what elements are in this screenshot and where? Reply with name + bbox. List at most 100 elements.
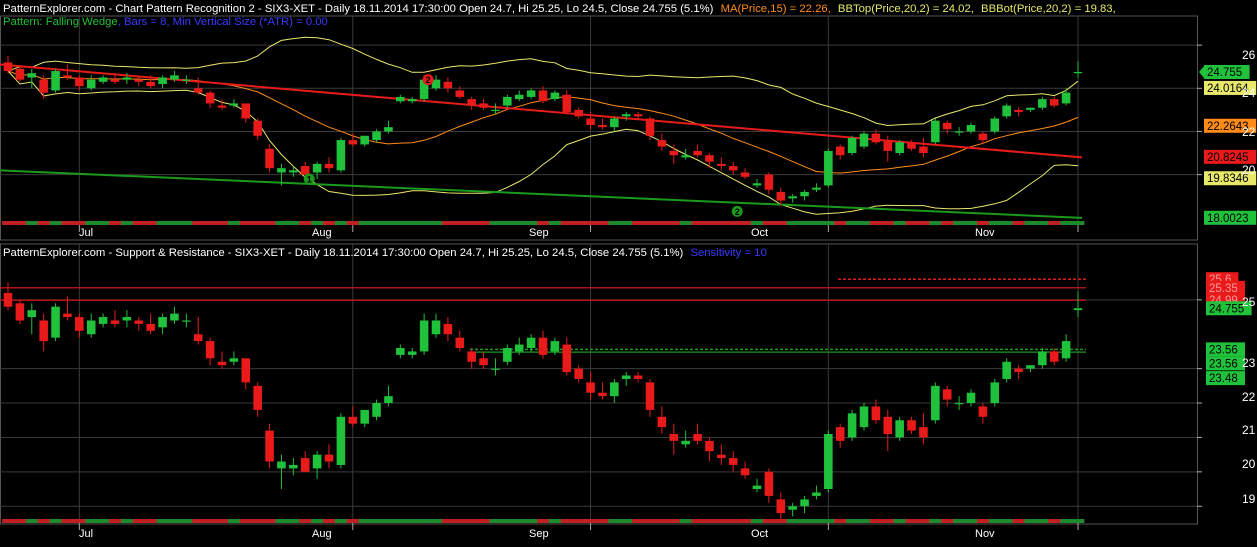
bottom-candle-body (182, 320, 191, 322)
trend-strip-segment (667, 221, 681, 225)
bottom-candle-body (538, 337, 548, 355)
bottom-candle-body (931, 385, 940, 421)
top-candle-body (193, 88, 203, 93)
trend-strip-segment (810, 221, 823, 225)
trend-strip-segment (715, 221, 728, 225)
trend-strip-segment (762, 221, 776, 225)
bottom-y-tick: 22 (1242, 390, 1256, 404)
top-candle-body (693, 150, 702, 156)
bottom-candle-body (289, 464, 298, 469)
trend-strip-segment (168, 519, 181, 523)
top-candle-body (966, 125, 976, 132)
trend-strip-segment (382, 221, 395, 225)
top-header-bbtop: BBTop(Price,20,2) = 24.02, (838, 3, 974, 15)
trend-strip-segment (192, 221, 205, 225)
top-candle-body (51, 71, 60, 91)
trend-strip-segment (311, 519, 324, 523)
top-candle-body (954, 131, 964, 133)
bottom-candle-body (158, 317, 167, 328)
trend-strip-segment (334, 221, 348, 225)
top-candle-body (847, 137, 857, 154)
bottom-candle-body (312, 454, 322, 469)
trend-strip-segment (25, 221, 39, 225)
trend-strip-segment (537, 519, 550, 523)
top-candle-body (1049, 99, 1059, 106)
top-x-label: Jul (79, 227, 93, 239)
trend-strip-segment (905, 221, 918, 225)
trend-strip-segment (263, 519, 276, 523)
bottom-candle-body (217, 361, 227, 366)
top-candle-body (146, 81, 155, 87)
trend-strip-segment (786, 221, 800, 225)
top-y-tick: 26 (1242, 48, 1256, 62)
top-candle-body (98, 77, 108, 82)
trend-strip-segment (227, 221, 241, 225)
trend-strip-segment (1000, 519, 1014, 523)
trend-strip-segment (85, 221, 98, 225)
trend-strip-segment (406, 519, 419, 523)
trend-strip-segment (751, 519, 764, 523)
bottom-candle-body (859, 406, 869, 428)
top-panel-header: PatternExplorer.com - Chart Pattern Reco… (3, 3, 1116, 15)
bottom-price-tag: 24.755 (1209, 303, 1244, 315)
trend-strip-segment (61, 519, 74, 523)
bottom-candle-body (110, 320, 120, 324)
trend-strip-segment (1060, 221, 1073, 225)
top-candle-body (503, 96, 512, 106)
bottom-candle-body (27, 310, 37, 318)
trend-strip-segment (1048, 519, 1061, 523)
top-candle-body (728, 166, 738, 171)
top-candle-body (348, 140, 358, 145)
top-candle-body (942, 122, 952, 130)
trend-strip-segment (798, 221, 811, 225)
top-candle-body (740, 172, 750, 177)
bottom-candle-body (824, 434, 833, 490)
trend-strip-segment (727, 519, 740, 523)
trend-strip-segment (2, 221, 15, 225)
bottom-candle-body (479, 358, 488, 366)
trend-strip-segment (1000, 221, 1014, 225)
top-candle-body (205, 92, 215, 104)
trend-strip-segment (120, 221, 134, 225)
top-candle-body (669, 150, 679, 156)
bottom-candle-body (526, 337, 536, 348)
bottom-candle-body (443, 323, 453, 335)
trend-strip-segment (513, 221, 526, 225)
trend-strip-segment (489, 519, 502, 523)
bottom-header-prefix: PatternExplorer.com - Support & Resistan… (3, 247, 684, 259)
trend-strip-segment (632, 221, 645, 225)
top-candle-body (645, 118, 655, 136)
trend-strip-segment (608, 519, 621, 523)
chart-container: 1 2 2 24.755 24.0164 22.2643 20.8245 19.8346 18.… (0, 0, 1257, 542)
trend-strip-segment (311, 221, 324, 225)
bottom-price-tag: 23.48 (1209, 373, 1238, 385)
top-candle-body (633, 114, 643, 117)
bottom-candle-body (455, 337, 465, 348)
trend-strip-segment (560, 221, 574, 225)
trend-strip-segment (13, 519, 27, 523)
top-candle-body (253, 120, 262, 136)
top-candle-body (289, 170, 298, 173)
top-candle-body (443, 81, 453, 89)
bottom-candle-body (75, 317, 84, 331)
trend-strip-segment (834, 519, 847, 523)
trend-strip-segment (168, 221, 181, 225)
trend-strip-segment (251, 221, 265, 225)
bottom-candle-body (407, 351, 417, 355)
bottom-candle-body (657, 416, 667, 428)
bottom-candle-body (919, 427, 928, 438)
trend-strip-segment (180, 221, 193, 225)
trend-strip-segment (632, 519, 645, 523)
trend-strip-segment (227, 519, 241, 523)
trend-strip-segment (453, 221, 467, 225)
bottom-candle-body (384, 396, 393, 404)
trend-strip-segment (667, 519, 681, 523)
bottom-panel-header: PatternExplorer.com - Support & Resistan… (3, 247, 767, 259)
bottom-candle-body (788, 506, 797, 510)
top-candle-body (407, 99, 417, 102)
trend-strip-segment (941, 519, 954, 523)
trend-strip-segment (858, 519, 871, 523)
top-candle-body (384, 127, 393, 132)
bottom-x-label: Nov (975, 528, 995, 540)
bottom-candle-body (1061, 341, 1071, 359)
